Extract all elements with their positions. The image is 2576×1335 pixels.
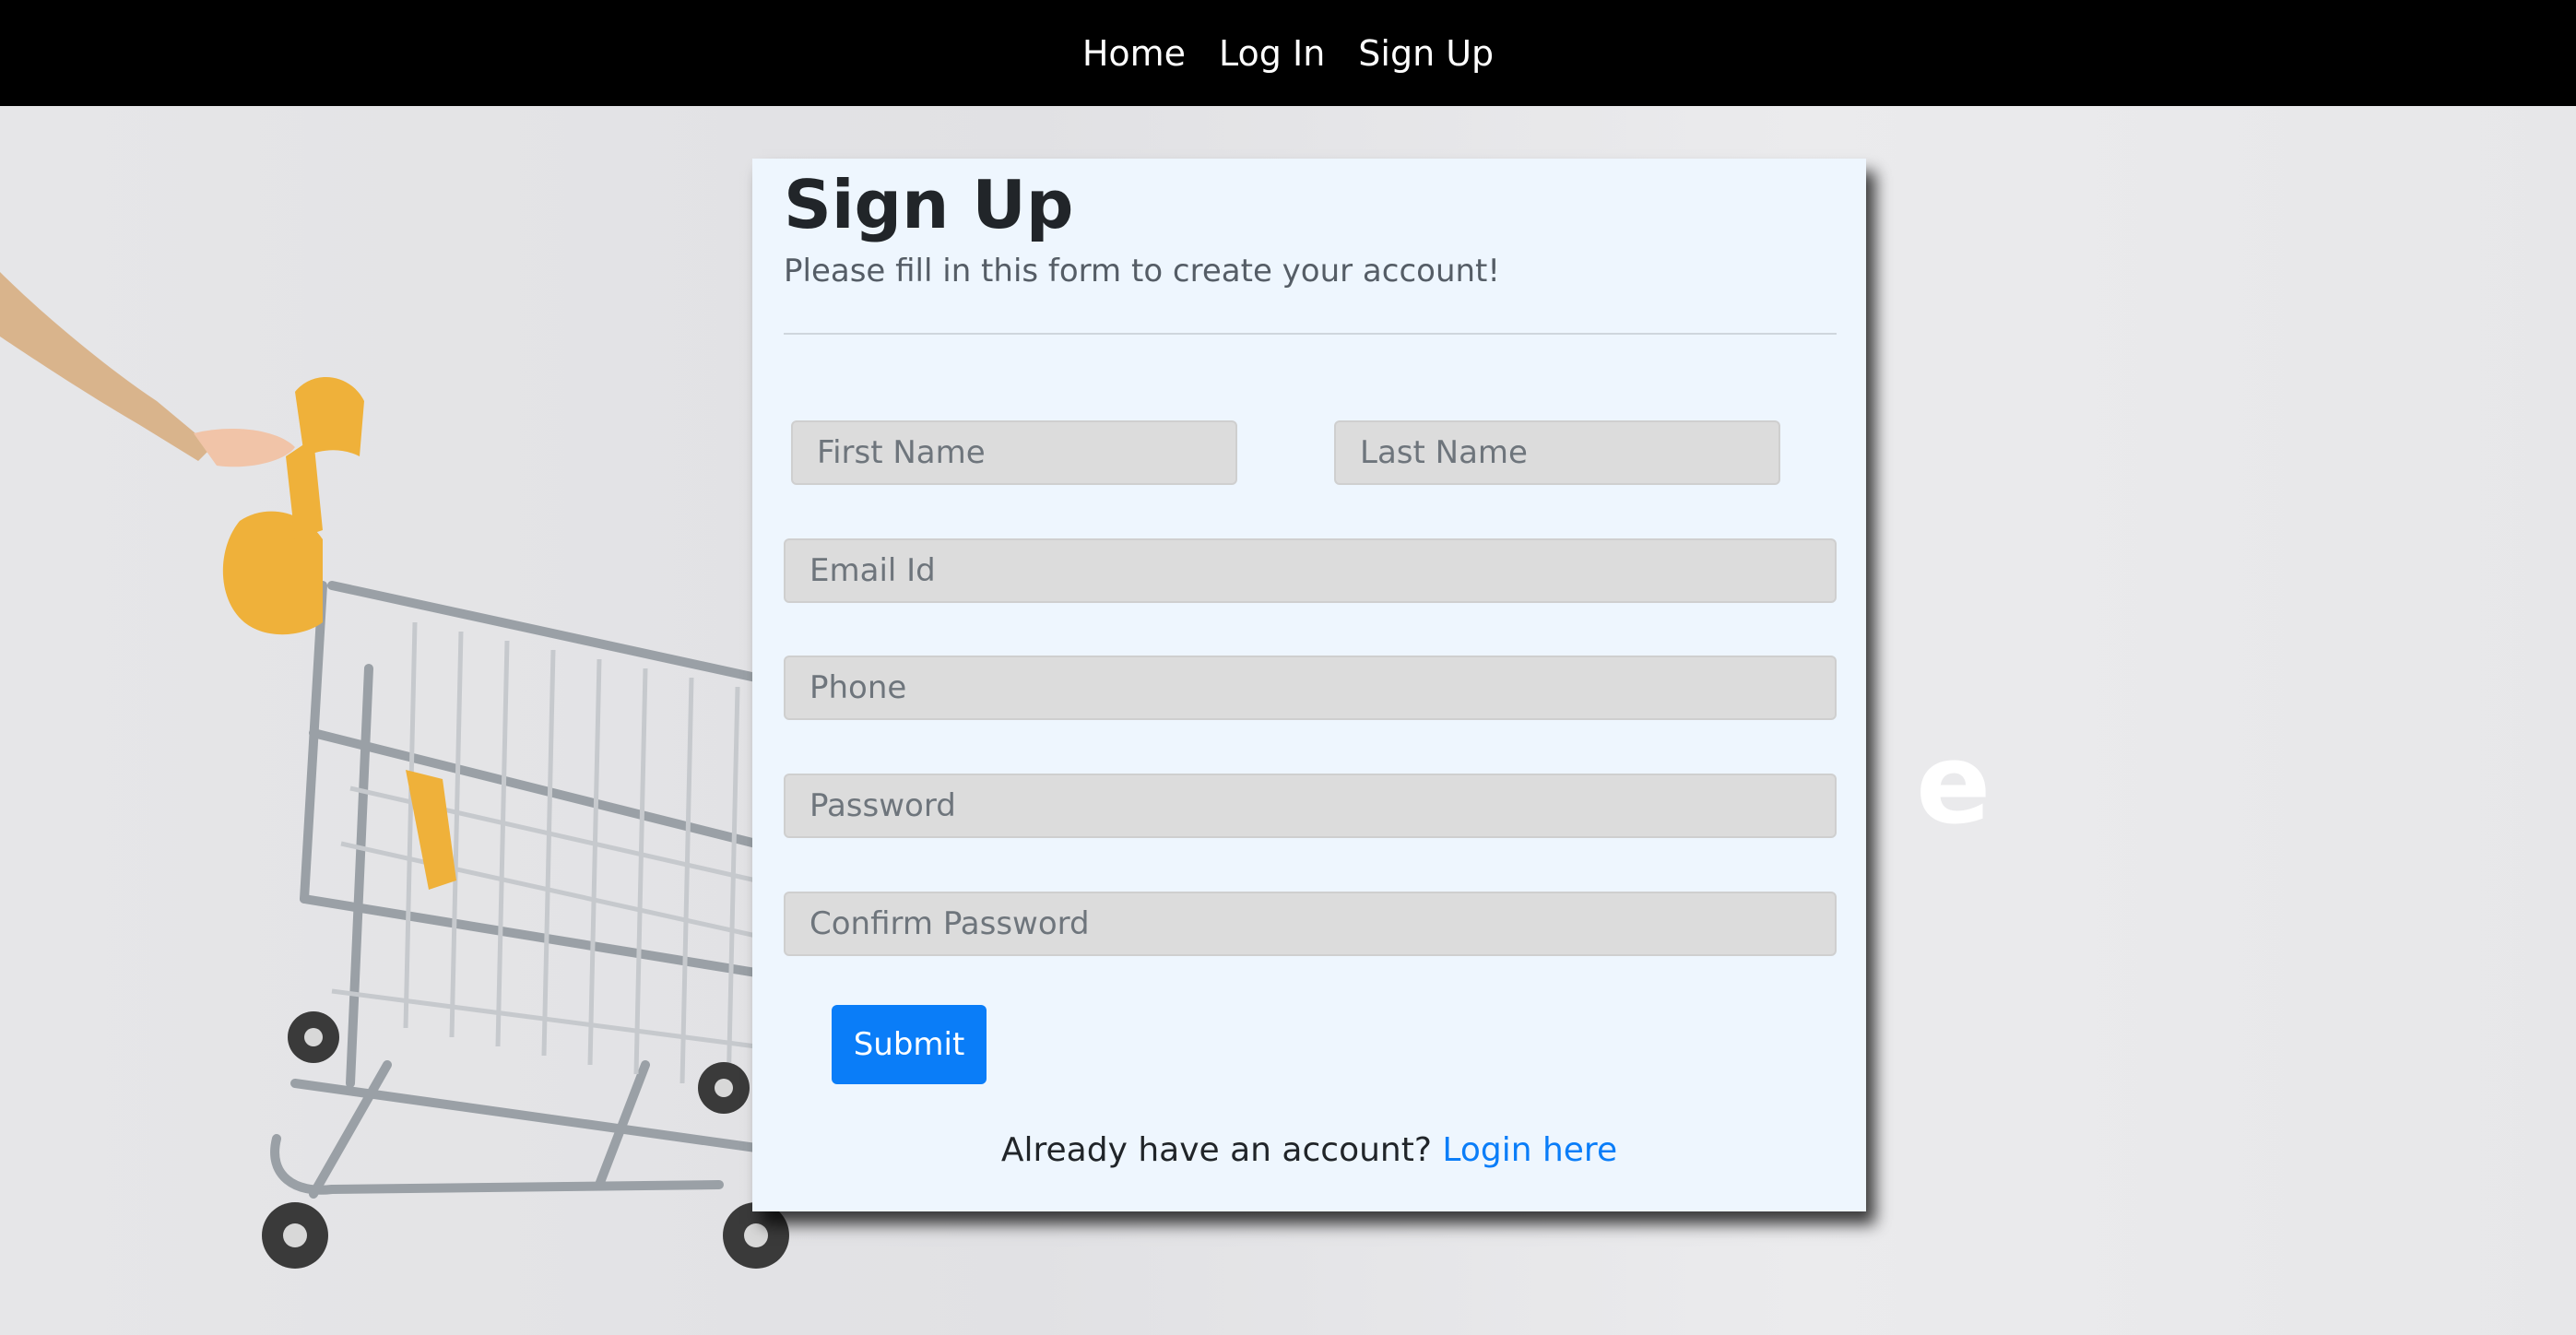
submit-button[interactable]: Submit	[832, 1005, 987, 1084]
doll-arm-icon	[0, 272, 295, 467]
nav-login-link[interactable]: Log In	[1219, 33, 1325, 74]
shopping-cart-illustration	[0, 272, 789, 1269]
top-navbar: Home Log In Sign Up	[0, 0, 2576, 106]
last-name-field[interactable]	[1334, 420, 1780, 485]
password-field[interactable]	[784, 774, 1837, 838]
nav-signup-link[interactable]: Sign Up	[1358, 33, 1494, 74]
login-prompt-text: Already have an account?	[1000, 1131, 1443, 1169]
login-prompt-row: Already have an account? Login here	[752, 1131, 1866, 1169]
confirm-password-field[interactable]	[784, 892, 1837, 956]
nav-home-link[interactable]: Home	[1082, 33, 1186, 74]
form-subtitle: Please fill in this form to create your …	[784, 253, 1501, 289]
page-title: Sign Up	[784, 166, 1074, 243]
hero-heading-fragment: e	[1916, 721, 1991, 849]
email-field[interactable]	[784, 538, 1837, 603]
phone-field[interactable]	[784, 656, 1837, 720]
divider	[784, 333, 1837, 335]
signup-card: Sign Up Please fill in this form to crea…	[752, 159, 1866, 1211]
login-here-link[interactable]: Login here	[1442, 1131, 1617, 1169]
first-name-field[interactable]	[791, 420, 1237, 485]
